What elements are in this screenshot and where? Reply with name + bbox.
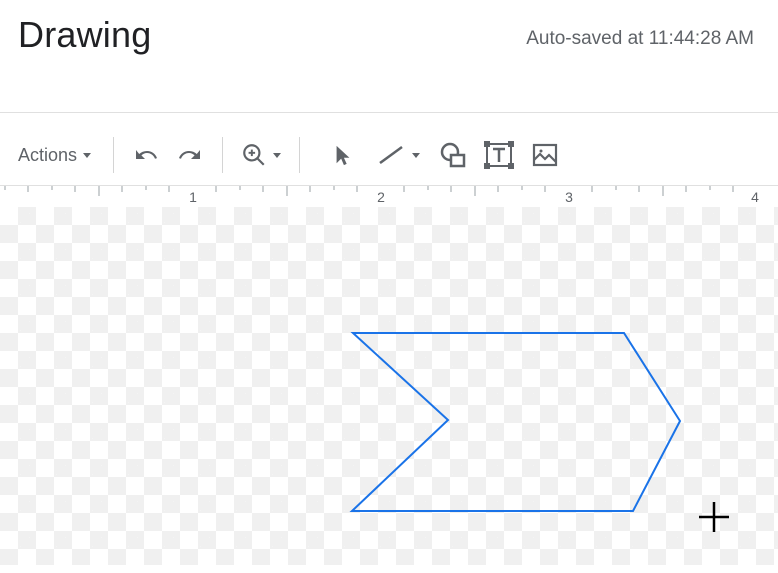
textbox-tool-button[interactable]: [480, 135, 518, 175]
divider: [0, 112, 778, 113]
drawing-canvas[interactable]: [0, 207, 778, 565]
undo-icon: [133, 143, 161, 167]
undo-button[interactable]: [128, 135, 166, 175]
toolbar: Actions: [0, 127, 778, 183]
toolbar-separator: [299, 137, 300, 173]
autosave-status: Auto-saved at 11:44:28 AM: [526, 14, 760, 50]
select-tool-button[interactable]: [324, 135, 362, 175]
redo-icon: [175, 143, 203, 167]
ruler-mark: 4: [751, 189, 759, 205]
ruler-mark: 2: [377, 189, 385, 205]
dialog-header: Drawing Auto-saved at 11:44:28 AM: [0, 0, 778, 70]
chevron-arrow-shape[interactable]: [352, 333, 680, 511]
line-tool-button[interactable]: [372, 135, 424, 175]
caret-down-icon: [273, 153, 281, 158]
actions-menu-button[interactable]: Actions: [10, 135, 99, 175]
toolbar-separator: [113, 137, 114, 173]
shapes-icon: [438, 141, 468, 169]
cursor-icon: [332, 142, 354, 168]
ruler-mark: 1: [189, 189, 197, 205]
textbox-icon: [484, 141, 514, 169]
caret-down-icon: [412, 153, 420, 158]
ruler-mark: 3: [565, 189, 573, 205]
ruler-ticks: 1 2 3 4: [0, 186, 778, 208]
caret-down-icon: [83, 153, 91, 158]
zoom-button[interactable]: [237, 135, 285, 175]
line-icon: [376, 142, 406, 168]
shape-tool-button[interactable]: [434, 135, 472, 175]
zoom-in-icon: [241, 142, 267, 168]
horizontal-ruler: 1 2 3 4: [0, 185, 778, 207]
toolbar-separator: [222, 137, 223, 173]
image-icon: [531, 142, 559, 168]
image-tool-button[interactable]: [526, 135, 564, 175]
dialog-title: Drawing: [18, 14, 151, 56]
actions-label: Actions: [18, 145, 77, 166]
shape-layer: [0, 207, 778, 565]
redo-button[interactable]: [170, 135, 208, 175]
